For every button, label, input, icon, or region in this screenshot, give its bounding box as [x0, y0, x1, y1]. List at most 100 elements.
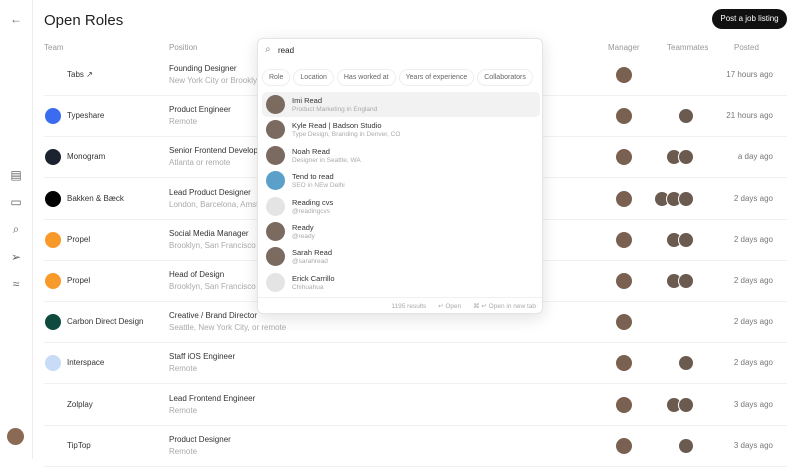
- filter-chip[interactable]: Years of experience: [398, 69, 475, 86]
- table-row[interactable]: Zolplay Lead Frontend Engineer Remote 3 …: [44, 385, 787, 426]
- team-name[interactable]: Bakken & Bæck: [67, 194, 124, 203]
- search-result[interactable]: Reading cvs @readingcvs: [262, 194, 540, 219]
- teammate-avatar[interactable]: [678, 149, 694, 166]
- posted-time: 17 hours ago: [726, 70, 773, 79]
- position-title[interactable]: Head of Design: [169, 270, 224, 279]
- team-name[interactable]: Monogram: [67, 152, 105, 161]
- posted-time: 2 days ago: [733, 358, 773, 368]
- search-icon: ⌕: [265, 44, 271, 55]
- result-subtitle: @sarahread: [292, 258, 328, 266]
- search-input[interactable]: [278, 46, 518, 55]
- teammate-avatar[interactable]: [678, 273, 694, 289]
- team-name[interactable]: Zolplay: [67, 400, 93, 409]
- team-logo: [45, 67, 61, 83]
- team-logo: [45, 231, 61, 248]
- post-job-button[interactable]: Post a job listing: [712, 9, 787, 29]
- position-location: Remote: [169, 117, 198, 127]
- position-location: Brooklyn, San Francisco: [169, 240, 256, 250]
- rss-icon[interactable]: ≈: [9, 277, 23, 291]
- posted-time: 3 days ago: [733, 440, 773, 450]
- result-count: 1195 results: [391, 303, 427, 310]
- manager-avatar[interactable]: [616, 190, 632, 207]
- result-name: Tend to read: [292, 172, 334, 182]
- filter-chip[interactable]: Collaborators: [477, 69, 533, 86]
- filter-chip[interactable]: Location: [293, 69, 334, 86]
- team-name[interactable]: Propel: [67, 235, 90, 244]
- table-row[interactable]: TipTop Product Designer Remote 3 days ag…: [44, 426, 787, 467]
- search-result[interactable]: Erick Carrillo Chihuahua: [262, 270, 540, 295]
- team-name[interactable]: Typeshare: [67, 111, 104, 120]
- team-logo: [45, 190, 61, 207]
- team-name[interactable]: Interspace: [67, 358, 104, 367]
- position-title[interactable]: Senior Frontend Developer: [169, 146, 265, 155]
- header-position: Position: [169, 43, 198, 52]
- search-result[interactable]: Tend to read SEO in NEw Delhi: [262, 168, 540, 193]
- result-subtitle: SEO in NEw Delhi: [292, 182, 345, 190]
- result-avatar: [266, 272, 285, 292]
- position-title[interactable]: Product Designer: [169, 435, 231, 444]
- teammate-avatar[interactable]: [678, 231, 694, 248]
- search-result[interactable]: Sarah Read @sarahread: [262, 244, 540, 269]
- notes-icon[interactable]: ▤: [9, 168, 23, 182]
- header-posted: Posted: [734, 43, 759, 52]
- manager-avatar[interactable]: [616, 314, 632, 331]
- manager-avatar[interactable]: [616, 273, 632, 289]
- teammate-avatar[interactable]: [678, 190, 694, 207]
- filter-chip[interactable]: Has worked at: [336, 69, 396, 86]
- team-name[interactable]: TipTop: [67, 441, 91, 450]
- search-result[interactable]: Ready @ready: [262, 219, 540, 244]
- result-name: Kyle Read | Badson Studio: [292, 121, 382, 131]
- user-avatar[interactable]: [7, 428, 24, 445]
- table-row[interactable]: Interspace Staff iOS Engineer Remote 2 d…: [44, 343, 787, 385]
- result-subtitle: @readingcvs: [292, 207, 331, 215]
- manager-avatar[interactable]: [616, 67, 632, 83]
- posted-time: a day ago: [737, 152, 773, 162]
- position-title[interactable]: Founding Designer: [169, 64, 237, 73]
- search-result[interactable]: Kyle Read | Badson Studio Type Design, B…: [262, 117, 540, 142]
- teammates: [666, 231, 694, 248]
- posted-time: 2 days ago: [733, 317, 773, 327]
- search-result[interactable]: Imi Read Product Marketing in England: [262, 92, 540, 117]
- teammate-avatar[interactable]: [678, 355, 694, 372]
- result-subtitle: Product Marketing in England: [292, 106, 378, 113]
- briefcase-icon[interactable]: ▭: [9, 195, 23, 209]
- team-name[interactable]: Carbon Direct Design: [67, 317, 143, 326]
- filter-chip[interactable]: Role: [262, 69, 291, 86]
- manager-avatar[interactable]: [616, 231, 632, 248]
- posted-time: 2 days ago: [733, 276, 773, 285]
- team-logo: [45, 149, 61, 166]
- team-logo: [45, 355, 61, 372]
- manager-avatar[interactable]: [616, 108, 632, 125]
- result-avatar: [266, 95, 285, 114]
- result-name: Reading cvs: [292, 197, 334, 207]
- teammates: [654, 190, 694, 207]
- search-result[interactable]: Noah Read Designer in Seattle, WA: [262, 143, 540, 168]
- team-name[interactable]: Tabs ↗: [67, 70, 93, 79]
- back-arrow-icon[interactable]: ←: [9, 12, 23, 26]
- position-title[interactable]: Social Media Manager: [169, 229, 249, 238]
- team-logo: [45, 396, 61, 413]
- team-logo: [45, 108, 61, 125]
- teammate-avatar[interactable]: [678, 396, 694, 413]
- search-icon[interactable]: ⌕: [9, 222, 23, 236]
- manager-avatar[interactable]: [616, 437, 632, 454]
- teammates: [678, 355, 694, 372]
- position-title[interactable]: Lead Frontend Engineer: [169, 394, 255, 403]
- position-location: Remote: [169, 405, 198, 415]
- send-icon[interactable]: ➢: [9, 250, 23, 264]
- team-logo: [45, 273, 61, 289]
- team-name[interactable]: Propel: [67, 276, 90, 285]
- position-title[interactable]: Lead Product Designer: [169, 188, 251, 197]
- position-title[interactable]: Staff iOS Engineer: [169, 352, 235, 361]
- posted-time: 3 days ago: [733, 399, 773, 409]
- open-hint[interactable]: ↵ Open: [438, 303, 461, 310]
- position-location: Brooklyn, San Francisco: [169, 282, 256, 291]
- manager-avatar[interactable]: [616, 355, 632, 372]
- teammate-avatar[interactable]: [678, 437, 694, 454]
- open-new-tab-hint[interactable]: ⌘ ↵ Open in new tab: [473, 303, 536, 310]
- teammate-avatar[interactable]: [678, 108, 694, 125]
- position-title[interactable]: Product Engineer: [169, 105, 231, 114]
- position-title[interactable]: Creative / Brand Director: [169, 311, 257, 320]
- manager-avatar[interactable]: [616, 396, 632, 413]
- manager-avatar[interactable]: [616, 149, 632, 166]
